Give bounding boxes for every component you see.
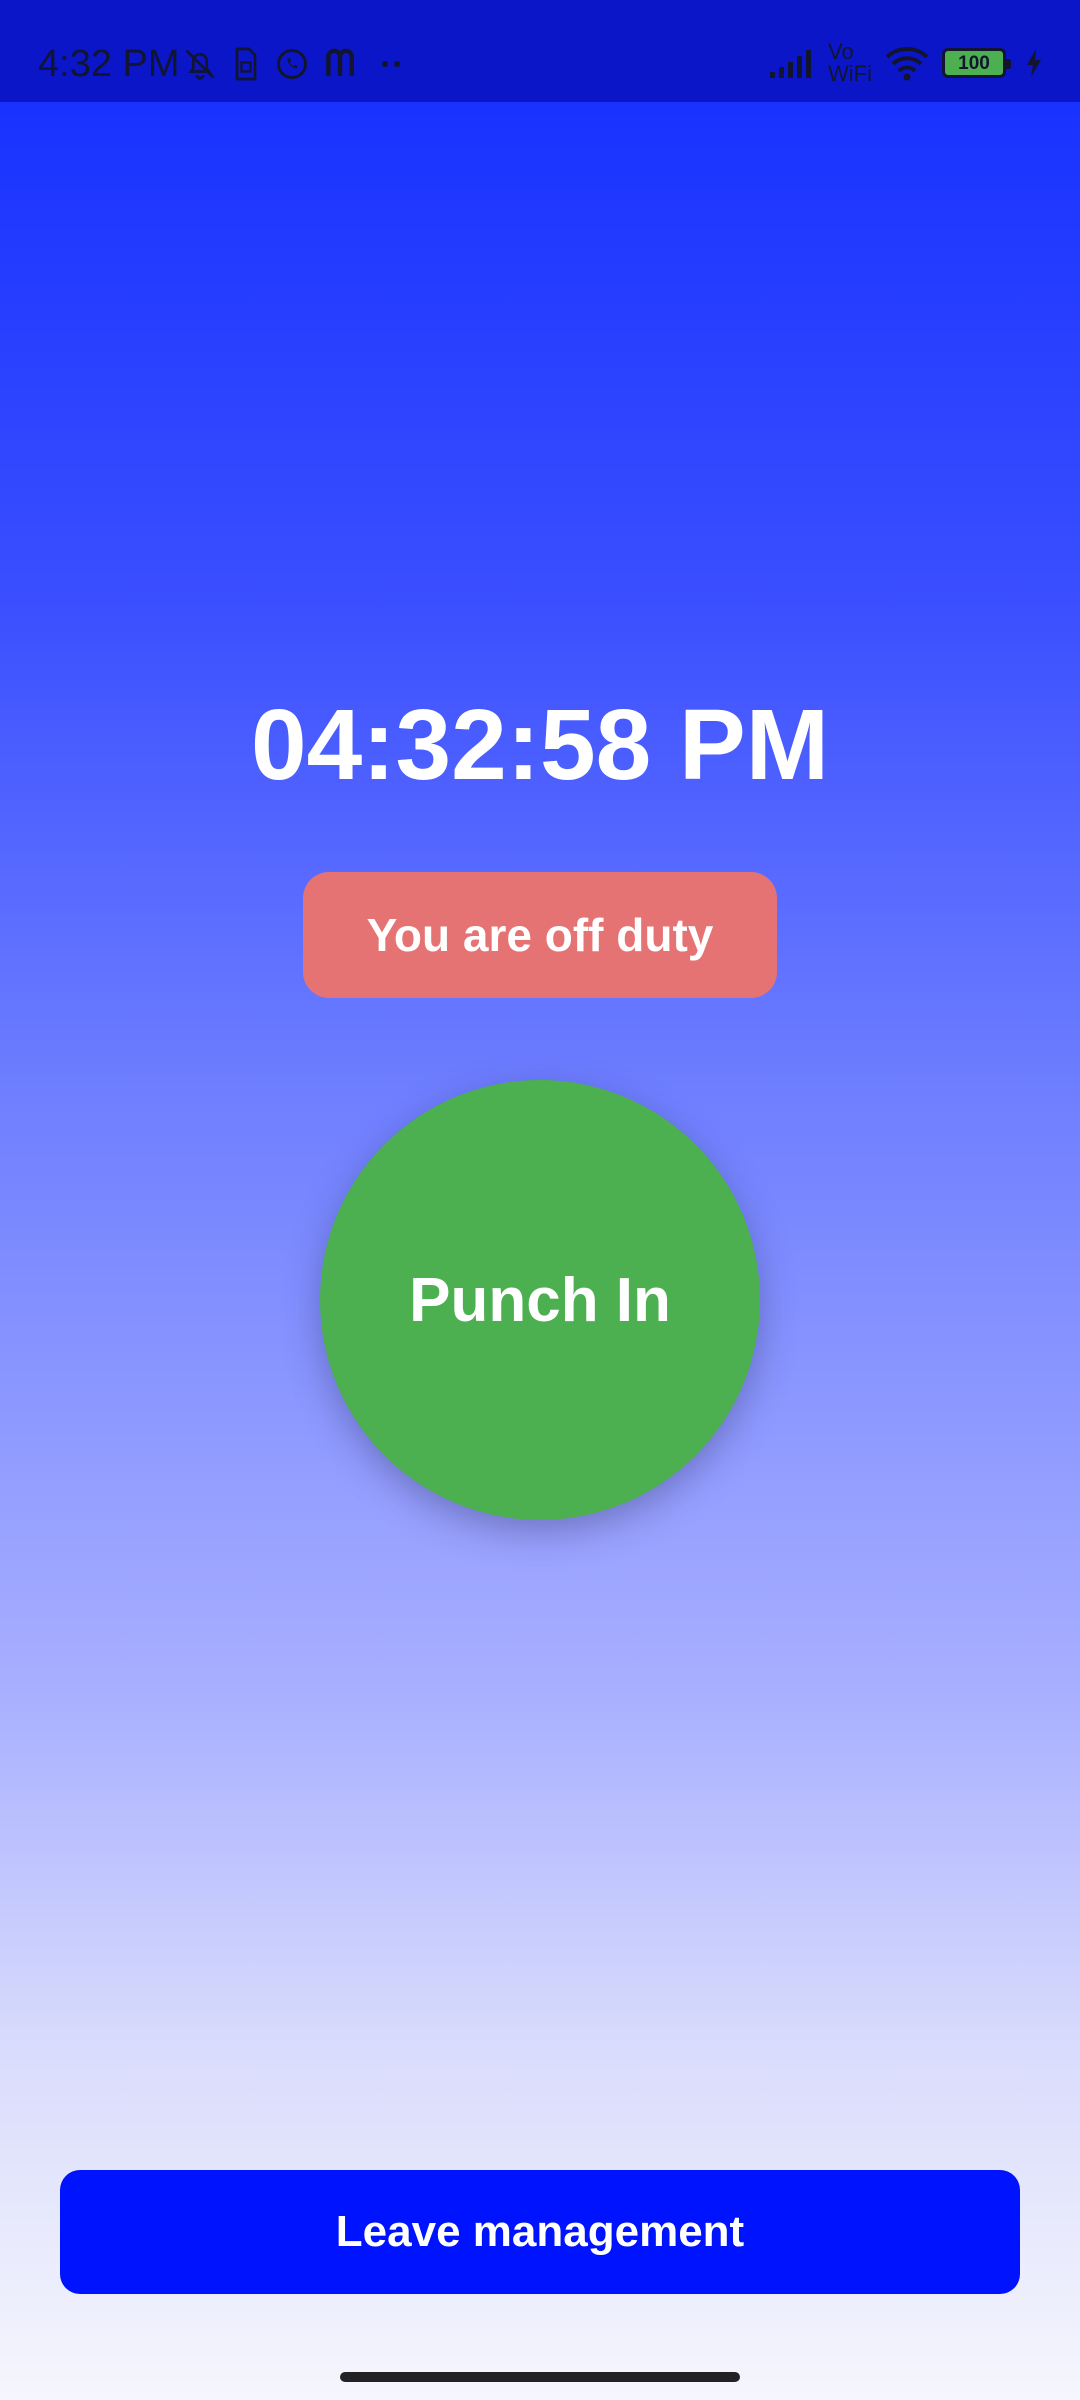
punch-in-button[interactable]: Punch In bbox=[320, 1080, 760, 1520]
leave-management-label: Leave management bbox=[335, 2207, 745, 2256]
duty-status-label: You are off duty bbox=[366, 909, 714, 961]
gesture-nav-bar[interactable] bbox=[340, 2372, 740, 2382]
bell-off-icon bbox=[182, 45, 218, 83]
status-bar: 4:32 PM Vo WiFi 100 bbox=[0, 0, 1080, 102]
vowifi-top-label: Vo bbox=[828, 39, 854, 64]
more-dots-icon bbox=[376, 58, 406, 70]
wifi-icon bbox=[884, 45, 930, 81]
leave-management-button[interactable]: Leave management bbox=[60, 2170, 1020, 2294]
punch-in-label: Punch In bbox=[409, 1265, 671, 1335]
status-icons-left bbox=[182, 40, 406, 88]
sim-icon bbox=[232, 46, 260, 82]
battery-icon: 100 bbox=[942, 48, 1011, 78]
duty-status-badge: You are off duty bbox=[303, 872, 777, 998]
app-screen: 4:32 PM Vo WiFi 100 04:32:58 PM You are … bbox=[0, 0, 1080, 2400]
m-app-icon bbox=[324, 47, 362, 81]
status-time: 4:32 PM bbox=[38, 43, 180, 85]
status-icons-right: Vo WiFi 100 bbox=[768, 34, 1044, 92]
battery-level: 100 bbox=[958, 52, 990, 74]
whatsapp-icon bbox=[274, 46, 310, 82]
charging-icon bbox=[1024, 47, 1044, 79]
vowifi-icon: Vo WiFi bbox=[828, 41, 872, 85]
signal-icon bbox=[768, 46, 816, 80]
current-time-clock: 04:32:58 PM bbox=[250, 689, 830, 801]
vowifi-bottom-label: WiFi bbox=[828, 61, 872, 86]
